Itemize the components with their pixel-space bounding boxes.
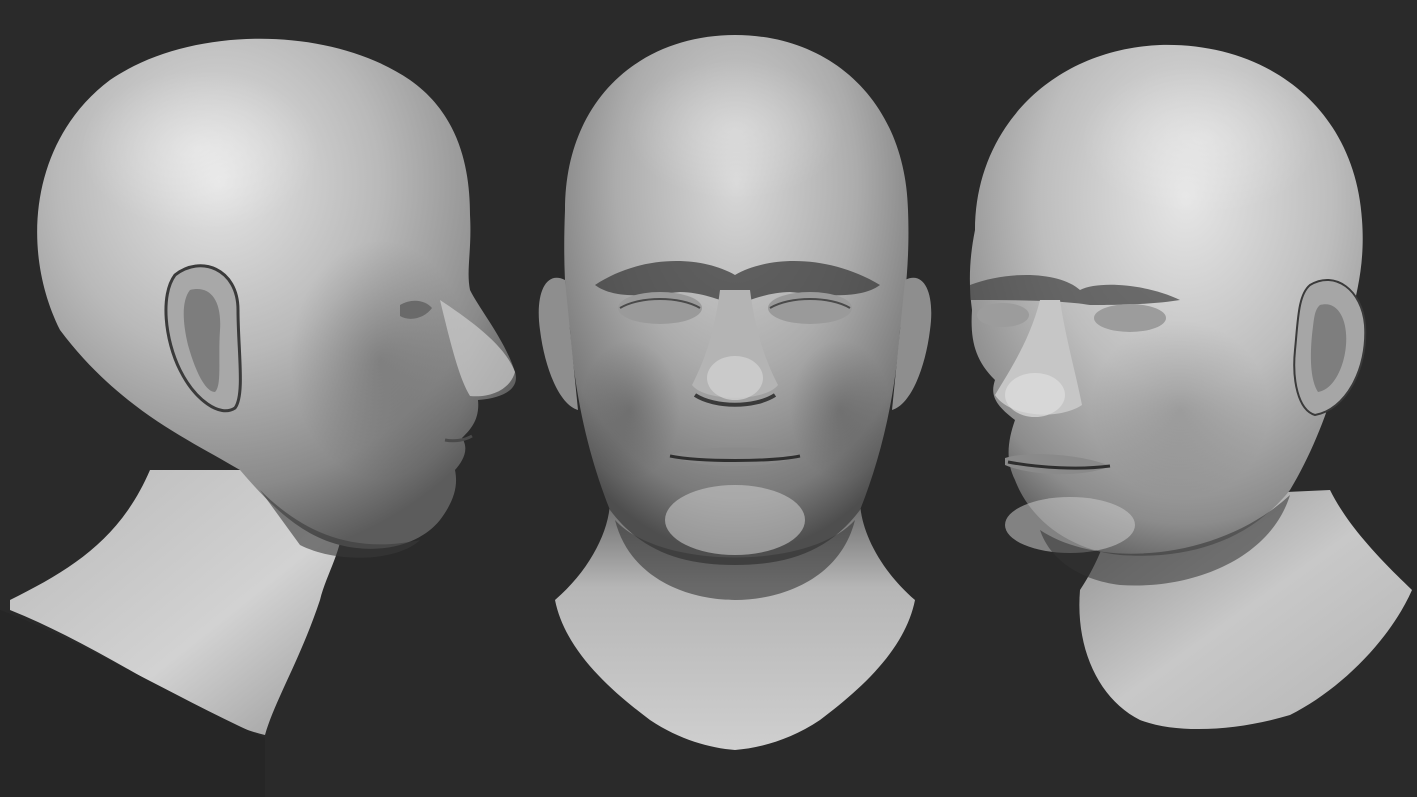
- head-front: [538, 35, 932, 750]
- right-eye: [768, 292, 852, 324]
- turnaround-canvas: [0, 0, 1417, 797]
- sculpt-render: [0, 0, 1417, 797]
- left-eye: [618, 292, 702, 324]
